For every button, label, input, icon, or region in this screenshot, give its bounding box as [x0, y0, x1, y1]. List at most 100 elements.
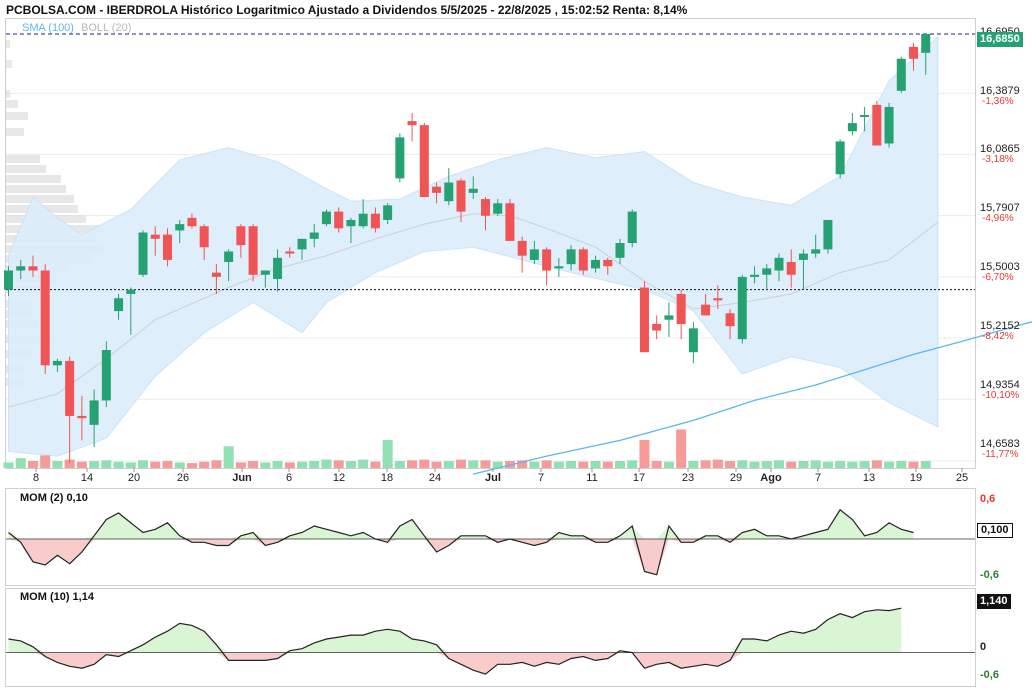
bollinger-band	[8, 35, 939, 457]
candle-body	[248, 226, 258, 275]
momentum-line	[8, 607, 902, 675]
volume-bar	[15, 458, 26, 468]
candle-body	[383, 205, 393, 220]
x-tick-label: 25	[955, 472, 969, 484]
mom2-tick-bottom: -0,6	[980, 569, 999, 581]
candle-body	[138, 232, 148, 275]
volume-bar	[737, 460, 748, 468]
volume-bar	[700, 460, 711, 468]
candle-body	[860, 115, 870, 118]
volume-bar	[810, 460, 821, 468]
candle-body	[896, 58, 906, 91]
candle-body	[65, 360, 75, 416]
momentum-positive-area	[8, 608, 902, 653]
mom2-last-badge: 0,100	[977, 523, 1013, 538]
candle-body	[321, 211, 331, 225]
volume-bar	[651, 461, 662, 468]
mom2-label: MOM (2) 0,10	[20, 492, 88, 504]
volume-bar	[309, 461, 320, 468]
x-tick-label: 14	[80, 472, 94, 484]
volume-bar	[419, 459, 430, 468]
volume-bar	[125, 462, 136, 468]
candle-body	[725, 313, 735, 327]
volume-bar	[529, 461, 540, 468]
mom10-last-badge: 1,140	[977, 594, 1011, 609]
volume-bar	[162, 461, 173, 468]
volume-bar	[358, 459, 369, 468]
indicator-legend: SMA (100) BOLL (20)	[22, 22, 131, 34]
volume-bar	[627, 460, 638, 468]
volume-bar	[272, 461, 283, 468]
volume-bar	[566, 461, 577, 468]
volume-bar	[138, 460, 149, 468]
candle-body	[114, 298, 124, 312]
x-tick-label: 19	[909, 472, 923, 484]
candle-body	[676, 293, 686, 325]
volume-bar	[394, 461, 405, 468]
candle-body	[456, 180, 466, 212]
candle-body	[236, 226, 246, 246]
legend-sma: SMA (100)	[22, 22, 74, 34]
x-tick-label: 20	[127, 472, 141, 484]
chart-canvas	[3, 18, 1032, 687]
candle-body	[346, 219, 356, 227]
y-tick-pct: -3,18%	[982, 154, 1014, 165]
candle-body	[187, 217, 197, 227]
candle-body	[309, 232, 319, 239]
volume-bar	[150, 461, 161, 468]
candle-body	[150, 234, 160, 239]
y-tick-pct: -4,96%	[982, 213, 1014, 224]
momentum-line	[8, 508, 914, 576]
volume-bar	[553, 461, 564, 468]
x-tick-label: 18	[380, 472, 394, 484]
volume-bar	[345, 461, 356, 468]
candle-body	[175, 224, 185, 231]
volume-profile-bar	[6, 90, 10, 98]
candle-body	[835, 141, 845, 175]
candle-body	[872, 104, 882, 146]
volume-bar	[884, 461, 895, 468]
volume-bar	[896, 461, 907, 468]
volume-bar	[235, 462, 246, 468]
volume-bar	[76, 461, 87, 468]
candle-body	[444, 182, 454, 202]
volume-bar	[52, 461, 63, 468]
candle-body	[615, 243, 625, 258]
volume-profile-bar	[6, 128, 24, 136]
volume-bar	[602, 461, 613, 468]
candle-body	[664, 315, 674, 320]
volume-bar	[822, 461, 833, 468]
candle-body	[419, 125, 429, 198]
candle-body	[909, 46, 919, 59]
candle-body	[762, 268, 772, 275]
candle-body	[603, 259, 613, 267]
candle-body	[688, 328, 698, 353]
y-tick-pct: -6,70%	[982, 272, 1014, 283]
x-tick-label: 29	[729, 472, 743, 484]
volume-bar	[871, 460, 882, 468]
candle-body	[162, 234, 172, 260]
volume-bar	[835, 461, 846, 468]
candle-body	[921, 33, 931, 53]
volume-bar	[615, 461, 625, 468]
x-tick-label: 7	[814, 472, 822, 484]
candle-body	[578, 249, 588, 271]
y-tick-pct: -10,10%	[982, 390, 1020, 401]
x-tick-label: 26	[176, 472, 190, 484]
candle-body	[468, 188, 478, 193]
mom10-tick-zero: 0	[980, 641, 987, 653]
candle-body	[260, 270, 270, 275]
volume-bar	[211, 460, 222, 468]
volume-bar	[3, 462, 14, 468]
chart-title: PCBOLSA.COM - IBERDROLA Histórico Logari…	[6, 3, 688, 17]
candle-body	[554, 266, 564, 269]
candle-body	[505, 203, 515, 241]
volume-bar	[859, 461, 870, 468]
volume-bar	[468, 460, 479, 468]
volume-bar	[382, 440, 393, 468]
candle-body	[358, 213, 368, 227]
mom10-tick-bottom: -0,6	[980, 669, 999, 681]
volume-bar	[908, 461, 919, 468]
volume-bar	[798, 461, 809, 468]
candle-body	[529, 249, 539, 260]
